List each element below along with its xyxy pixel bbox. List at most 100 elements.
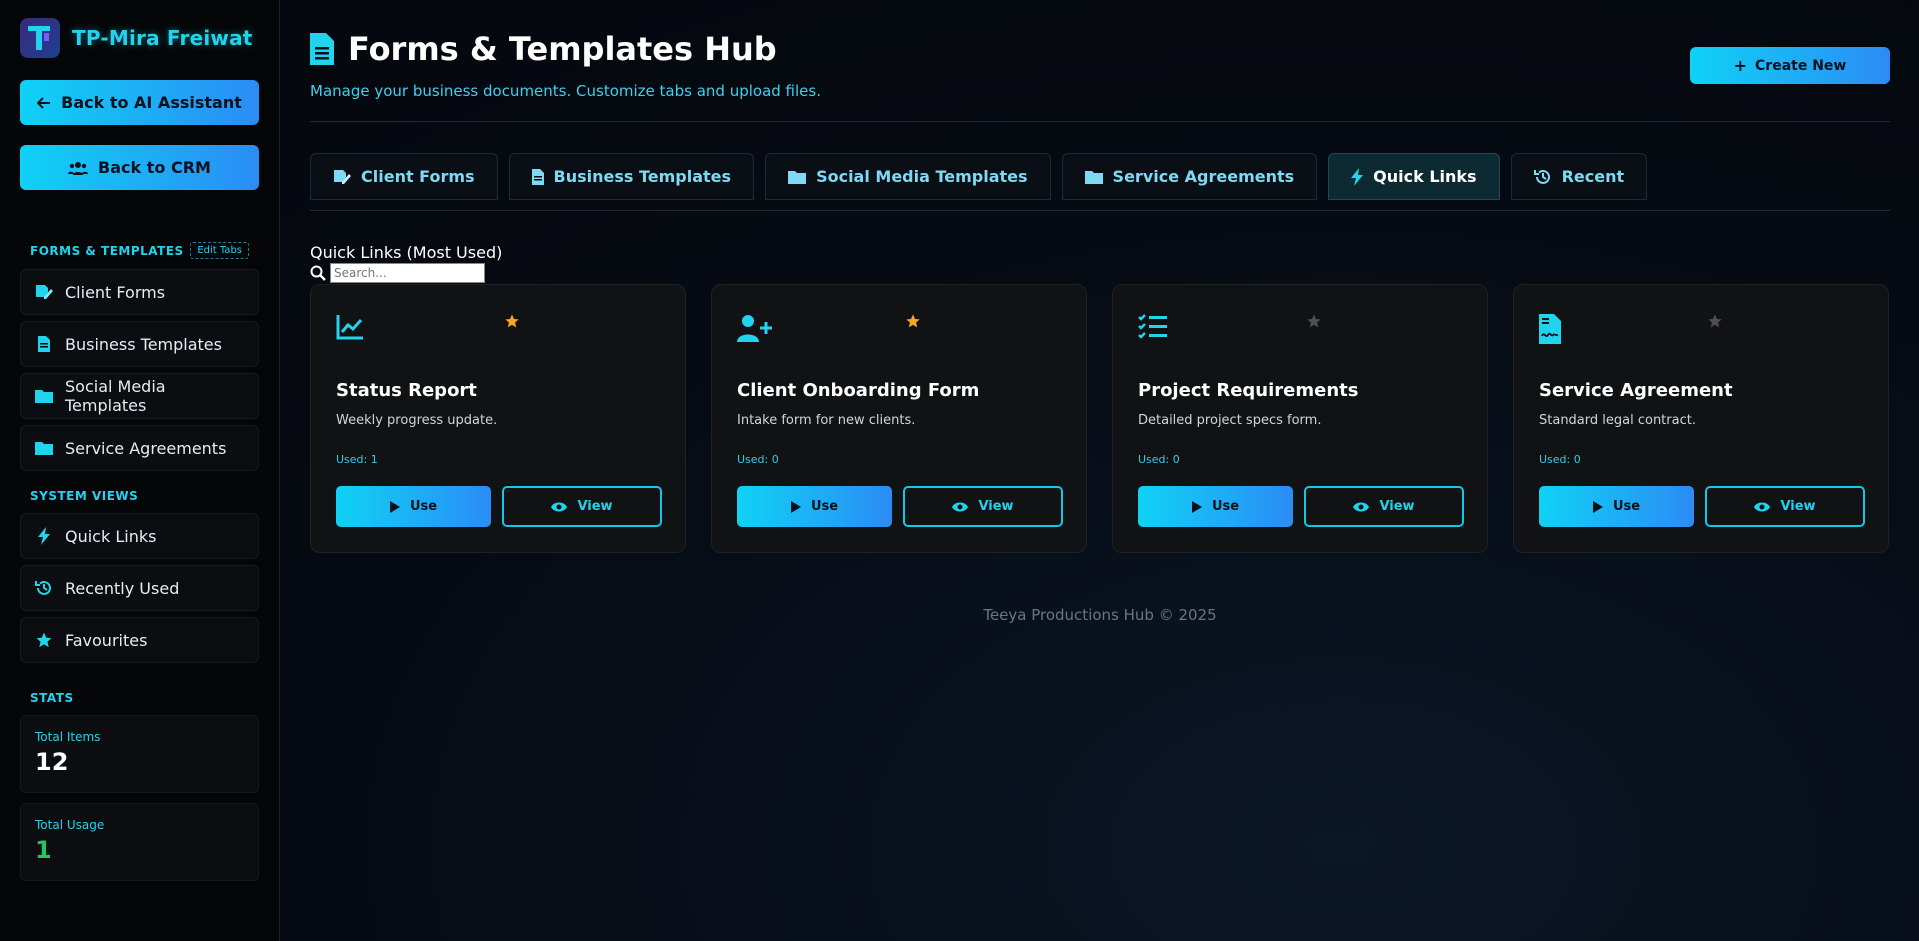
card-description: Weekly progress update. — [336, 413, 498, 428]
sidebar-item-business-templates[interactable]: Business Templates — [20, 321, 259, 367]
section-title: Quick Links (Most Used) — [310, 243, 503, 262]
card-used-count: Used: 0 — [1539, 453, 1581, 466]
view-button[interactable]: View — [502, 486, 662, 527]
use-button[interactable]: Use — [1138, 486, 1293, 527]
card-client-onboarding-form: Client Onboarding Form Intake form for n… — [711, 284, 1087, 553]
favourite-star-icon[interactable] — [1707, 313, 1723, 333]
tab-business-templates[interactable]: Business Templates — [508, 153, 755, 200]
system-nav-list: Quick Links Recently Used Favourites — [20, 513, 259, 663]
view-label: View — [1379, 499, 1415, 514]
tab-label: Service Agreements — [1112, 167, 1295, 186]
users-icon — [68, 161, 89, 175]
tabs-divider — [310, 210, 1890, 211]
tab-social-media-templates[interactable]: Social Media Templates — [765, 153, 1051, 200]
play-icon — [790, 500, 801, 513]
star-icon — [35, 631, 53, 649]
sidebar-item-label: Recently Used — [65, 578, 180, 598]
card-project-requirements: Project Requirements Detailed project sp… — [1112, 284, 1488, 553]
tab-client-forms[interactable]: Client Forms — [310, 153, 498, 200]
view-button[interactable]: View — [903, 486, 1063, 527]
stat-value: 1 — [35, 836, 52, 864]
sidebar-item-service-agreements[interactable]: Service Agreements — [20, 425, 259, 471]
use-button[interactable]: Use — [737, 486, 892, 527]
sidebar-item-favourites[interactable]: Favourites — [20, 617, 259, 663]
sidebar-item-quick-links[interactable]: Quick Links — [20, 513, 259, 559]
play-icon — [1191, 500, 1202, 513]
sidebar-item-social-media-templates[interactable]: Social Media Templates — [20, 373, 259, 419]
view-label: View — [978, 499, 1014, 514]
use-button[interactable]: Use — [336, 486, 491, 527]
folder-icon — [35, 441, 53, 455]
title-row: Forms & Templates Hub — [310, 30, 777, 68]
back-to-ai-assistant-button[interactable]: Back to AI Assistant — [20, 80, 259, 125]
history-icon — [35, 579, 53, 597]
file-signature-icon — [35, 284, 53, 300]
system-section-title: SYSTEM VIEWS — [30, 489, 139, 503]
view-button[interactable]: View — [1304, 486, 1464, 527]
stat-label: Total Usage — [35, 818, 105, 832]
sidebar-item-recently-used[interactable]: Recently Used — [20, 565, 259, 611]
edit-tabs-button[interactable]: Edit Tabs — [190, 242, 249, 259]
back-to-ai-assistant-label: Back to AI Assistant — [61, 93, 242, 112]
card-service-agreement: Service Agreement Standard legal contrac… — [1513, 284, 1889, 553]
card-status-report: Status Report Weekly progress update. Us… — [310, 284, 686, 553]
chart-line-icon — [336, 314, 364, 344]
view-label: View — [1780, 499, 1816, 514]
forms-section-title: FORMS & TEMPLATES — [30, 243, 184, 258]
file-text-icon — [35, 336, 53, 352]
card-used-count: Used: 0 — [1138, 453, 1180, 466]
sidebar-item-label: Social Media Templates — [65, 377, 166, 415]
file-signature-icon — [334, 169, 351, 184]
page-title: Forms & Templates Hub — [348, 30, 777, 68]
back-to-crm-button[interactable]: Back to CRM — [20, 145, 259, 190]
stat-value: 12 — [35, 748, 69, 776]
tab-quick-links[interactable]: Quick Links — [1328, 153, 1500, 200]
sidebar-item-label: Quick Links — [65, 526, 157, 546]
play-icon — [389, 500, 400, 513]
tab-label: Quick Links — [1373, 167, 1477, 186]
favourite-star-icon[interactable] — [905, 313, 921, 333]
page-header: Forms & Templates Hub Manage your busine… — [310, 0, 1890, 122]
search-input[interactable] — [330, 263, 485, 283]
card-title: Project Requirements — [1138, 380, 1359, 401]
card-title: Client Onboarding Form — [737, 380, 980, 401]
sidebar-item-label: Business Templates — [65, 334, 222, 354]
brand: TP-Mira Freiwat — [20, 16, 259, 60]
eye-icon — [551, 502, 568, 511]
favourite-star-icon[interactable] — [504, 313, 520, 333]
sidebar-item-label: Client Forms — [65, 282, 166, 302]
card-description: Intake form for new clients. — [737, 413, 916, 428]
arrow-left-icon — [37, 96, 51, 109]
forms-nav-list: Client Forms Business Templates Social M… — [20, 269, 259, 471]
stats-section-header: STATS — [20, 691, 259, 705]
folder-icon — [1084, 170, 1103, 184]
list-check-icon — [1138, 314, 1168, 344]
card-used-count: Used: 1 — [336, 453, 378, 466]
file-text-icon — [531, 168, 544, 185]
eye-icon — [1353, 502, 1370, 511]
tab-bar: Client Forms Business Templates Social M… — [310, 153, 1648, 200]
stat-total-items: Total Items 12 — [20, 715, 259, 793]
main-content: Forms & Templates Hub Manage your busine… — [310, 0, 1890, 941]
card-title: Status Report — [336, 380, 477, 401]
use-button[interactable]: Use — [1539, 486, 1694, 527]
create-new-button[interactable]: + Create New — [1690, 47, 1890, 84]
brand-name: TP-Mira Freiwat — [72, 26, 253, 50]
eye-icon — [952, 502, 969, 511]
tab-label: Business Templates — [553, 167, 732, 186]
tab-label: Client Forms — [361, 167, 475, 186]
file-text-icon — [310, 33, 334, 65]
plus-icon: + — [1733, 56, 1748, 75]
favourite-star-icon[interactable] — [1306, 313, 1322, 333]
view-button[interactable]: View — [1705, 486, 1865, 527]
sidebar-item-client-forms[interactable]: Client Forms — [20, 269, 259, 315]
back-to-crm-label: Back to CRM — [98, 158, 211, 177]
tab-service-agreements[interactable]: Service Agreements — [1061, 153, 1318, 200]
sidebar-item-label: Favourites — [65, 630, 148, 650]
brand-logo-icon — [20, 18, 60, 58]
folder-icon — [35, 389, 53, 403]
stat-total-usage: Total Usage 1 — [20, 803, 259, 881]
tab-recent[interactable]: Recent — [1510, 153, 1648, 200]
use-label: Use — [409, 499, 438, 514]
stat-label: Total Items — [35, 730, 101, 744]
